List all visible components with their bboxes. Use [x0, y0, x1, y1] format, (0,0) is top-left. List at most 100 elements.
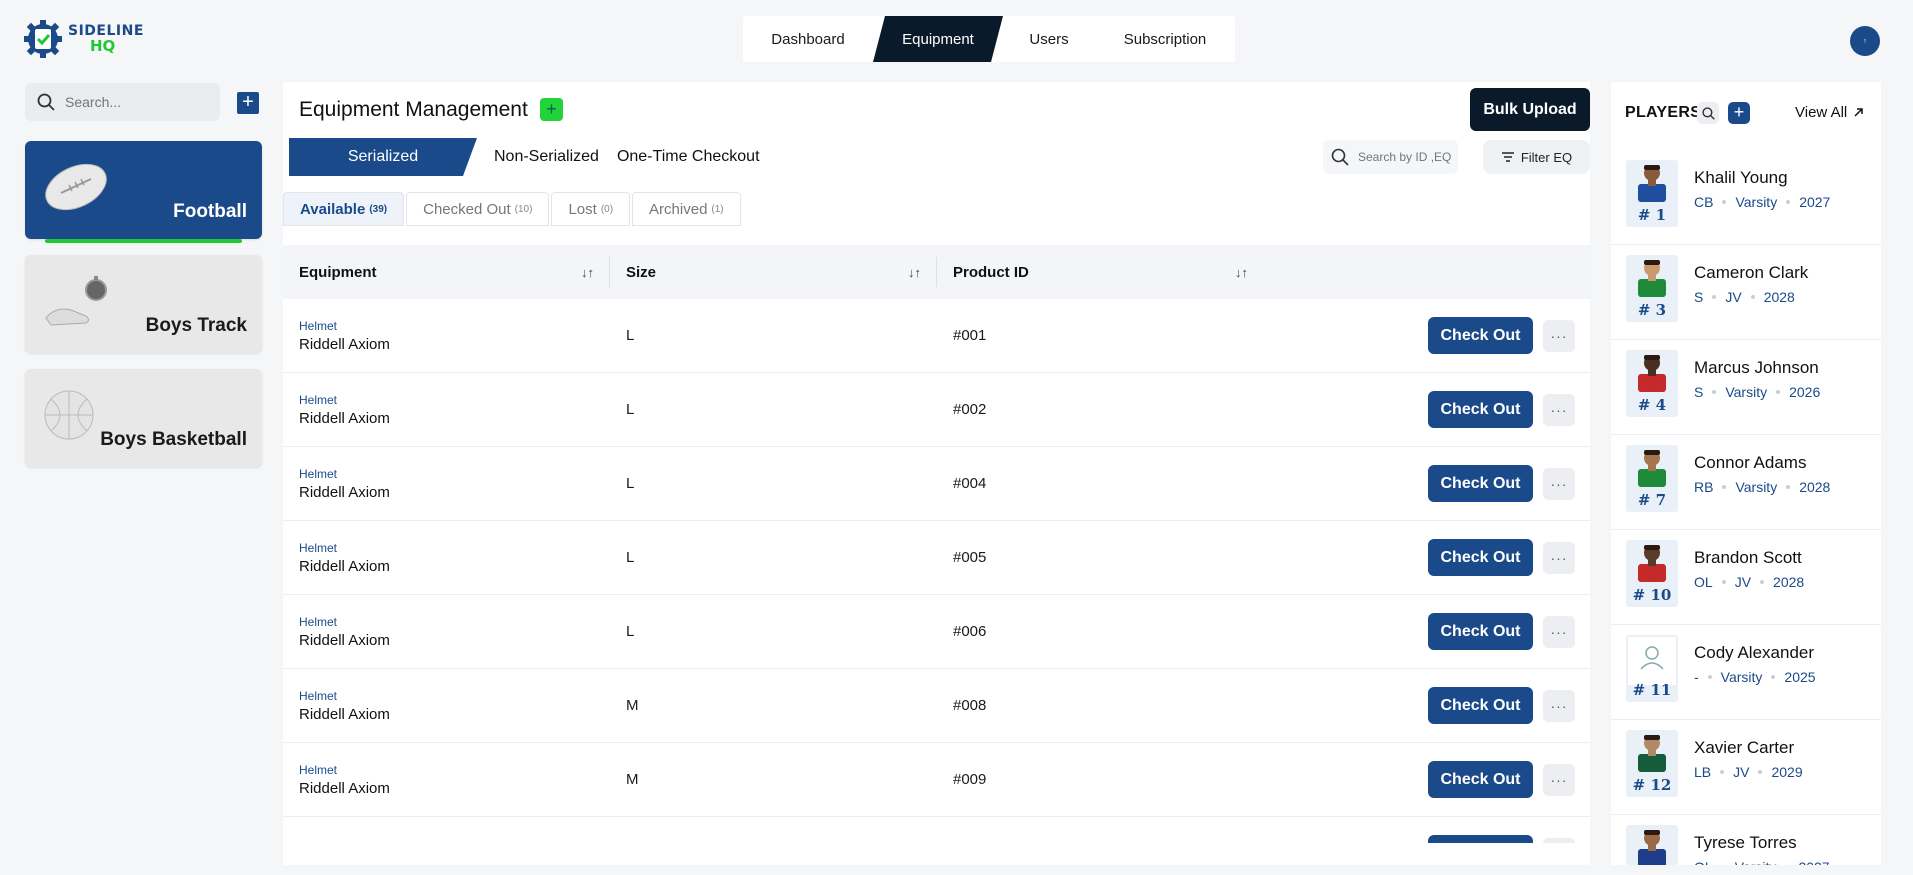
player-list-item[interactable]: # 1 Khalil Young CB Varsity 2027: [1611, 150, 1881, 245]
more-options-button[interactable]: ···: [1543, 319, 1575, 352]
sport-card-football[interactable]: Football: [25, 141, 262, 243]
player-position: S: [1694, 384, 1704, 400]
player-name: Xavier Carter: [1694, 738, 1795, 757]
check-out-button[interactable]: Check Out: [1428, 613, 1533, 650]
nav-tab-subscription[interactable]: Subscription: [1095, 16, 1235, 62]
status-tab-label: Lost: [568, 200, 597, 218]
player-list-item[interactable]: # 10 Brandon Scott OL JV 2028: [1611, 530, 1881, 625]
product-id-cell: #006: [953, 623, 987, 640]
check-out-button[interactable]: Check Out: [1428, 465, 1533, 502]
player-search-button[interactable]: [1697, 102, 1719, 124]
sport-name: Football: [173, 201, 247, 222]
player-meta: LB JV 2029: [1694, 764, 1803, 780]
check-out-button[interactable]: Check Out: [1428, 539, 1533, 576]
sort-icon[interactable]: ↓↑: [908, 265, 937, 280]
tab-one-time-checkout[interactable]: One-Time Checkout: [608, 138, 769, 176]
filter-eq-button[interactable]: Filter EQ: [1483, 140, 1590, 174]
equipment-category[interactable]: Helmet: [299, 763, 610, 777]
equipment-name: Riddell Axiom: [299, 335, 390, 353]
bulk-upload-button[interactable]: Bulk Upload: [1470, 88, 1590, 131]
status-tabs: Available (39) Checked Out (10) Lost (0) Ar…: [283, 192, 741, 226]
player-level: Varsity: [1735, 859, 1777, 865]
check-out-button[interactable]: Check Out: [1428, 317, 1533, 354]
sort-icon[interactable]: ↓↑: [1235, 265, 1264, 280]
status-tab-archived[interactable]: Archived (1): [632, 192, 741, 226]
column-header-product-id[interactable]: Product ID ↓↑: [937, 245, 1264, 299]
equipment-category[interactable]: Helmet: [299, 541, 610, 555]
more-options-button[interactable]: ···: [1543, 763, 1575, 796]
player-list-item[interactable]: # 12 Xavier Carter LB JV 2029: [1611, 720, 1881, 815]
player-number: # 7: [1637, 491, 1667, 509]
player-avatar-icon: [1638, 260, 1666, 297]
player-year: 2027: [1799, 194, 1831, 210]
player-position: S: [1694, 289, 1704, 305]
arrow-up-right-icon: [1854, 108, 1864, 117]
equipment-category[interactable]: Helmet: [299, 467, 610, 481]
view-all-players-link[interactable]: View All: [1795, 104, 1864, 121]
player-list-item[interactable]: # 7 Connor Adams RB Varsity 2028: [1611, 435, 1881, 530]
check-out-button[interactable]: Check Out: [1428, 761, 1533, 798]
equipment-search-input[interactable]: [1358, 150, 1458, 164]
status-tab-checked-out[interactable]: Checked Out (10): [406, 192, 550, 226]
player-meta: OL Varsity 2027: [1694, 859, 1830, 865]
sport-search-input[interactable]: [65, 94, 205, 110]
status-tab-available[interactable]: Available (39): [283, 192, 405, 226]
player-level: JV: [1725, 289, 1742, 305]
user-avatar-button[interactable]: ↑: [1850, 26, 1880, 56]
check-out-button[interactable]: Check Out: [1428, 835, 1533, 843]
check-out-button[interactable]: Check Out: [1428, 391, 1533, 428]
separator-dot: [1712, 295, 1717, 299]
more-options-button[interactable]: ···: [1543, 689, 1575, 722]
player-year: 2029: [1771, 764, 1803, 780]
player-year: 2026: [1789, 384, 1821, 400]
nav-tab-users[interactable]: Users: [1003, 16, 1095, 62]
check-out-button[interactable]: Check Out: [1428, 687, 1533, 724]
equipment-category[interactable]: Helmet: [299, 615, 610, 629]
status-tab-lost[interactable]: Lost (0): [551, 192, 631, 226]
equipment-panel: Equipment Management + Bulk Upload Seria…: [283, 82, 1590, 865]
player-year: 2025: [1784, 669, 1816, 685]
status-tab-count: (39): [369, 203, 388, 215]
equipment-cell: Helmet Riddell Axiom: [283, 615, 610, 649]
equipment-category[interactable]: Helmet: [299, 319, 610, 333]
more-options-button[interactable]: ···: [1543, 837, 1575, 843]
add-player-button[interactable]: +: [1728, 102, 1750, 124]
player-name: Tyrese Torres: [1694, 833, 1797, 852]
player-position: OL: [1694, 574, 1713, 590]
column-header-size[interactable]: Size ↓↑: [610, 245, 937, 299]
player-list-item[interactable]: # 11 Cody Alexander - Varsity 2025: [1611, 625, 1881, 720]
more-options-button[interactable]: ···: [1543, 393, 1575, 426]
more-options-button[interactable]: ···: [1543, 467, 1575, 500]
more-options-button[interactable]: ···: [1543, 615, 1575, 648]
player-name: Cody Alexander: [1694, 643, 1815, 662]
sport-search-box: [25, 83, 220, 121]
equipment-category[interactable]: Helmet: [299, 689, 610, 703]
column-header-equipment[interactable]: Equipment ↓↑: [283, 245, 610, 299]
player-list-item[interactable]: # 14 Tyrese Torres OL Varsity 2027: [1611, 815, 1881, 865]
app-logo[interactable]: SIDELINE HQ: [24, 20, 144, 58]
sort-icon[interactable]: ↓↑: [581, 265, 610, 280]
more-options-button[interactable]: ···: [1543, 541, 1575, 574]
player-list-item[interactable]: # 4 Marcus Johnson S Varsity 2026: [1611, 340, 1881, 435]
player-level: Varsity: [1735, 194, 1778, 210]
player-avatar-icon: [1638, 355, 1666, 392]
equipment-category[interactable]: Helmet: [299, 393, 610, 407]
tab-non-serialized[interactable]: Non-Serialized: [485, 138, 608, 176]
player-year: 2028: [1773, 574, 1805, 590]
nav-tab-dashboard[interactable]: Dashboard: [743, 16, 873, 62]
player-photo-tile: # 10: [1626, 540, 1678, 607]
active-sport-indicator: [45, 239, 242, 243]
sport-card-boys-basketball[interactable]: Boys Basketball: [25, 369, 262, 467]
placeholder-user-icon: [1628, 637, 1676, 685]
nav-tab-equipment[interactable]: Equipment: [873, 16, 1003, 62]
football-icon: [45, 163, 107, 211]
filter-label: Filter EQ: [1520, 149, 1573, 165]
add-equipment-button[interactable]: +: [540, 98, 563, 121]
search-icon: [1701, 106, 1715, 120]
size-cell: M: [626, 697, 639, 714]
player-list-item[interactable]: # 3 Cameron Clark S JV 2028: [1611, 245, 1881, 340]
sport-card-boys-track[interactable]: Boys Track: [25, 255, 262, 353]
tab-serialized[interactable]: Serialized: [289, 138, 477, 176]
size-cell: L: [626, 549, 635, 566]
add-sport-button[interactable]: +: [237, 92, 259, 114]
